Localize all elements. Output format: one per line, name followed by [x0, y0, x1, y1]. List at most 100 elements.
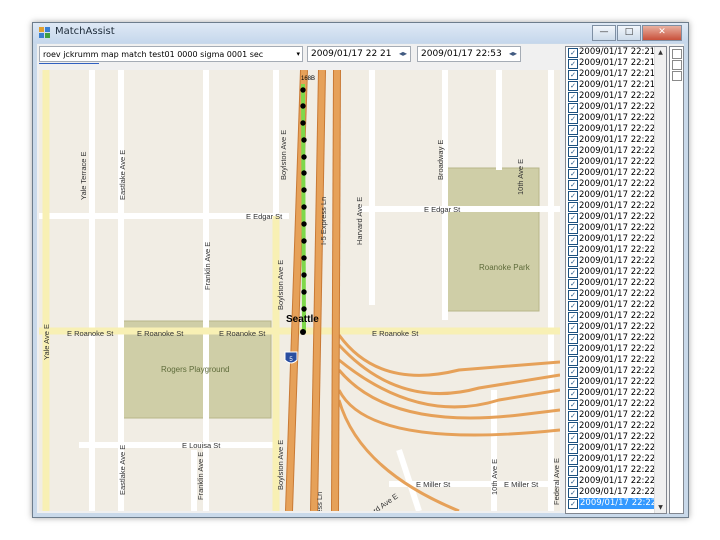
list-item[interactable]: ✓ 2009/01/17 22:22 — [566, 113, 655, 124]
row-checkbox[interactable]: ✓ — [568, 323, 578, 333]
row-checkbox[interactable]: ✓ — [568, 279, 578, 289]
start-time-spin-icon[interactable]: ◂▸ — [397, 48, 409, 60]
row-checkbox[interactable]: ✓ — [568, 246, 578, 256]
row-checkbox[interactable]: ✓ — [568, 147, 578, 157]
row-checkbox[interactable]: ✓ — [568, 114, 578, 124]
list-item[interactable]: ✓ 2009/01/17 22:22 — [566, 91, 655, 102]
row-checkbox[interactable]: ✓ — [568, 400, 578, 410]
list-item[interactable]: ✓ 2009/01/17 22:22 — [566, 388, 655, 399]
list-item[interactable]: ✓ 2009/01/17 22:22 — [566, 487, 655, 498]
list-item[interactable]: ✓ 2009/01/17 22:22 — [566, 124, 655, 135]
maximize-button[interactable]: □ — [617, 25, 641, 41]
list-item[interactable]: ✓ 2009/01/17 22:22 — [566, 355, 655, 366]
list-item[interactable]: ✓ 2009/01/17 22:21 — [566, 58, 655, 69]
timestamp-checklist[interactable]: ✓ 2009/01/17 22:21 ✓ 2009/01/17 22:21 ✓ 2009/… — [565, 46, 667, 514]
list-item[interactable]: ✓ 2009/01/17 22:21 — [566, 47, 655, 58]
list-item[interactable]: ✓ 2009/01/17 22:22 — [566, 146, 655, 157]
minimize-button[interactable]: — — [592, 25, 616, 41]
list-item[interactable]: ✓ 2009/01/17 22:22 — [566, 179, 655, 190]
list-item[interactable]: ✓ 2009/01/17 22:22 — [566, 454, 655, 465]
row-checkbox[interactable]: ✓ — [568, 334, 578, 344]
row-checkbox[interactable]: ✓ — [568, 81, 578, 91]
list-item[interactable]: ✓ 2009/01/17 22:22 — [566, 102, 655, 113]
scroll-up-icon[interactable]: ▲ — [655, 47, 666, 58]
row-checkbox[interactable]: ✓ — [568, 224, 578, 234]
row-checkbox[interactable]: ✓ — [568, 92, 578, 102]
row-checkbox[interactable]: ✓ — [568, 477, 578, 487]
row-checkbox[interactable]: ✓ — [568, 48, 578, 58]
row-checkbox[interactable]: ✓ — [568, 499, 578, 509]
row-checkbox[interactable]: ✓ — [568, 158, 578, 168]
row-checkbox[interactable]: ✓ — [568, 268, 578, 278]
secondary-checklist[interactable] — [669, 46, 684, 514]
list-item[interactable]: ✓ 2009/01/17 22:22 — [566, 234, 655, 245]
row-checkbox[interactable]: ✓ — [568, 466, 578, 476]
row-checkbox[interactable]: ✓ — [568, 312, 578, 322]
list-item[interactable]: ✓ 2009/01/17 22:22 — [566, 410, 655, 421]
row-checkbox[interactable]: ✓ — [568, 213, 578, 223]
row-checkbox[interactable]: ✓ — [568, 70, 578, 80]
list-item[interactable]: ✓ 2009/01/17 22:22 — [566, 245, 655, 256]
row-checkbox[interactable]: ✓ — [568, 356, 578, 366]
row-checkbox[interactable]: ✓ — [568, 103, 578, 113]
list-item[interactable]: ✓ 2009/01/17 22:22 — [566, 344, 655, 355]
row-checkbox[interactable]: ✓ — [568, 455, 578, 465]
map-view[interactable]: 5 Yale Terrace E Eastlake Ave E Eastlake… — [39, 70, 560, 511]
list-item[interactable]: ✓ 2009/01/17 22:22 — [566, 300, 655, 311]
list-item[interactable]: ✓ 2009/01/17 22:22 — [566, 311, 655, 322]
row-checkbox[interactable]: ✓ — [568, 378, 578, 388]
row-checkbox[interactable]: ✓ — [568, 488, 578, 498]
end-time-spin-icon[interactable]: ◂▸ — [507, 48, 519, 60]
trace-file-combo[interactable]: roev jckrumm map match test01 0000 sigma… — [39, 46, 303, 62]
list-item[interactable]: ✓ 2009/01/17 22:22 — [566, 157, 655, 168]
row-checkbox[interactable]: ✓ — [568, 202, 578, 212]
list-item[interactable]: ✓ 2009/01/17 22:22 — [566, 135, 655, 146]
row-checkbox[interactable]: ✓ — [568, 235, 578, 245]
list-item[interactable]: ✓ 2009/01/17 22:22 — [566, 168, 655, 179]
row-checkbox[interactable]: ✓ — [568, 169, 578, 179]
list-item[interactable]: ✓ 2009/01/17 22:22 — [566, 278, 655, 289]
row-checkbox[interactable]: ✓ — [568, 290, 578, 300]
title-bar[interactable]: MatchAssist — □ ✕ — [33, 23, 688, 43]
row-checkbox[interactable]: ✓ — [568, 444, 578, 454]
row-checkbox[interactable]: ✓ — [568, 136, 578, 146]
list-item[interactable]: ✓ 2009/01/17 22:22 — [566, 377, 655, 388]
list-scrollbar[interactable]: ▲ ▼ — [654, 47, 666, 513]
row-checkbox[interactable]: ✓ — [568, 422, 578, 432]
row-checkbox[interactable]: ✓ — [568, 191, 578, 201]
scroll-down-icon[interactable]: ▼ — [655, 502, 666, 513]
row-checkbox[interactable]: ✓ — [568, 345, 578, 355]
list-item[interactable]: ✓ 2009/01/17 22:22 — [566, 223, 655, 234]
row-checkbox[interactable]: ✓ — [568, 257, 578, 267]
list-item[interactable]: ✓ 2009/01/17 22:21 — [566, 69, 655, 80]
list-item[interactable]: ✓ 2009/01/17 22:22 — [566, 432, 655, 443]
row-checkbox[interactable]: ✓ — [568, 59, 578, 69]
list-item[interactable]: ✓ 2009/01/17 22:22 — [566, 201, 655, 212]
list-item[interactable]: ✓ 2009/01/17 22:22 — [566, 212, 655, 223]
list-item[interactable]: ✓ 2009/01/17 22:22 — [566, 421, 655, 432]
row-checkbox[interactable]: ✓ — [568, 301, 578, 311]
start-time-picker[interactable]: 2009/01/17 22 21 ◂▸ — [307, 46, 411, 62]
list-item[interactable]: ✓ 2009/01/17 22:22 — [566, 366, 655, 377]
list-item[interactable]: ✓ 2009/01/17 22:22 — [566, 190, 655, 201]
row-checkbox[interactable]: ✓ — [568, 433, 578, 443]
secondary-checkbox[interactable] — [672, 49, 682, 59]
list-item[interactable]: ✓ 2009/01/17 22:22 — [566, 289, 655, 300]
list-item[interactable]: ✓ 2009/01/17 22:22 — [566, 399, 655, 410]
dropdown-arrow-icon[interactable]: ▾ — [296, 47, 300, 61]
row-checkbox[interactable]: ✓ — [568, 125, 578, 135]
row-checkbox[interactable]: ✓ — [568, 367, 578, 377]
row-checkbox[interactable]: ✓ — [568, 180, 578, 190]
row-checkbox[interactable]: ✓ — [568, 389, 578, 399]
secondary-checkbox[interactable] — [672, 71, 682, 81]
list-item[interactable]: ✓ 2009/01/17 22:22 — [566, 465, 655, 476]
list-item[interactable]: ✓ 2009/01/17 22:21 — [566, 80, 655, 91]
end-time-picker[interactable]: 2009/01/17 22:53 ◂▸ — [417, 46, 521, 62]
list-item[interactable]: ✓ 2009/01/17 22:22 — [566, 476, 655, 487]
list-item[interactable]: ✓ 2009/01/17 22:22 — [566, 256, 655, 267]
row-checkbox[interactable]: ✓ — [568, 411, 578, 421]
secondary-checkbox[interactable] — [672, 60, 682, 70]
list-item[interactable]: ✓ 2009/01/17 22:22 — [566, 443, 655, 454]
list-item[interactable]: ✓ 2009/01/17 22:22 — [566, 333, 655, 344]
list-item[interactable]: ✓ 2009/01/17 22:22 — [566, 322, 655, 333]
